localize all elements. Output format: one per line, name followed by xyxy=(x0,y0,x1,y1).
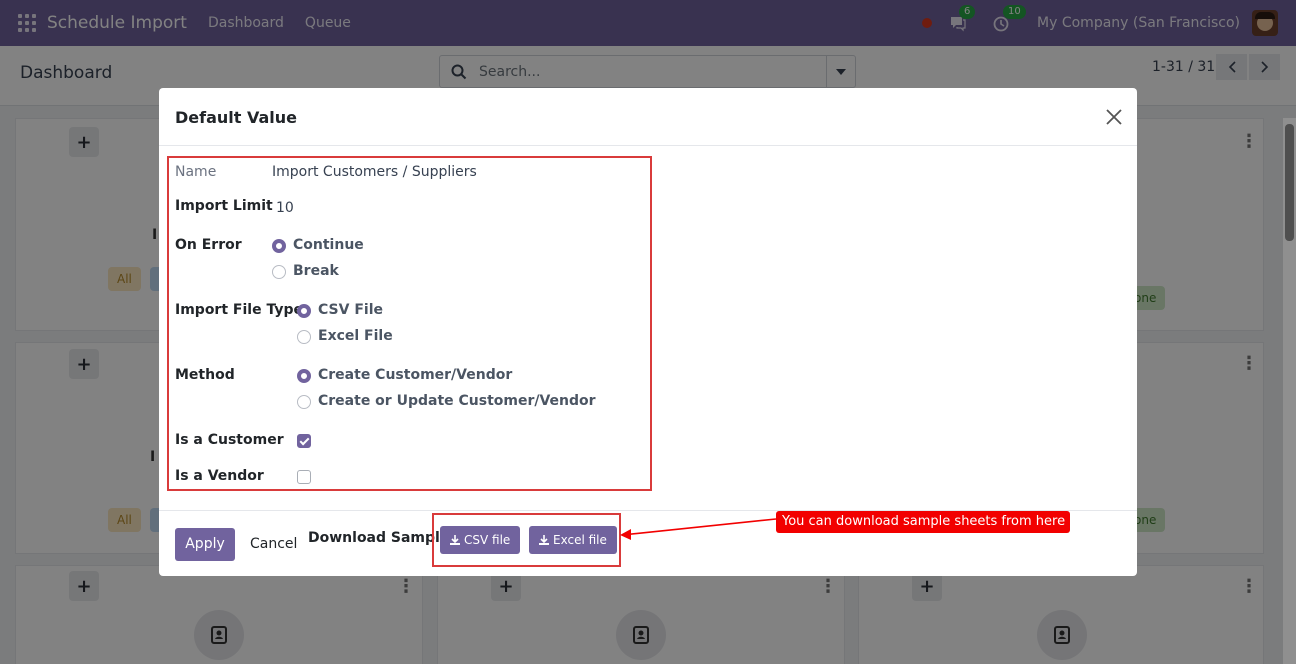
is-customer-label: Is a Customer xyxy=(175,432,284,448)
import-limit-field[interactable]: 10 xyxy=(276,200,294,216)
name-value: Import Customers / Suppliers xyxy=(272,164,477,180)
download-highlight-box: CSV file Excel file xyxy=(432,513,621,567)
file-type-csv-label[interactable]: CSV File xyxy=(318,302,383,318)
scrollbar-thumb[interactable] xyxy=(1285,124,1294,241)
file-type-excel-label[interactable]: Excel File xyxy=(318,328,393,344)
method-create-update-radio[interactable] xyxy=(297,395,311,409)
method-create-radio[interactable] xyxy=(297,369,311,383)
is-vendor-checkbox[interactable] xyxy=(297,470,311,484)
annotation-arrow xyxy=(620,518,777,540)
import-file-type-label: Import File Type xyxy=(175,302,303,318)
apply-button[interactable]: Apply xyxy=(175,528,235,561)
download-icon xyxy=(450,535,460,545)
dialog-header: Default Value xyxy=(159,88,1137,146)
close-icon[interactable] xyxy=(1105,108,1123,126)
download-icon xyxy=(539,535,549,545)
csv-file-label: CSV file xyxy=(464,533,511,547)
annotation-callout: You can download sample sheets from here xyxy=(776,511,1070,533)
is-vendor-label: Is a Vendor xyxy=(175,468,264,484)
file-type-csv-radio[interactable] xyxy=(297,304,311,318)
on-error-break-label[interactable]: Break xyxy=(293,263,339,279)
cancel-button[interactable]: Cancel xyxy=(250,536,297,552)
method-create-update-label[interactable]: Create or Update Customer/Vendor xyxy=(318,393,596,409)
method-label: Method xyxy=(175,367,235,383)
on-error-break-radio[interactable] xyxy=(272,265,286,279)
file-type-excel-radio[interactable] xyxy=(297,330,311,344)
default-value-dialog: Default Value Name Import Customers / Su… xyxy=(159,88,1137,576)
csv-file-button[interactable]: CSV file xyxy=(440,526,521,554)
name-label: Name xyxy=(175,164,217,180)
is-customer-checkbox[interactable] xyxy=(297,434,311,448)
on-error-label: On Error xyxy=(175,237,242,253)
import-limit-label: Import Limit xyxy=(175,198,273,214)
method-create-label[interactable]: Create Customer/Vendor xyxy=(318,367,512,383)
on-error-continue-radio[interactable] xyxy=(272,239,286,253)
on-error-continue-label[interactable]: Continue xyxy=(293,237,364,253)
page-scrollbar[interactable] xyxy=(1283,118,1296,664)
dialog-title: Default Value xyxy=(175,108,298,127)
excel-file-label: Excel file xyxy=(553,533,607,547)
